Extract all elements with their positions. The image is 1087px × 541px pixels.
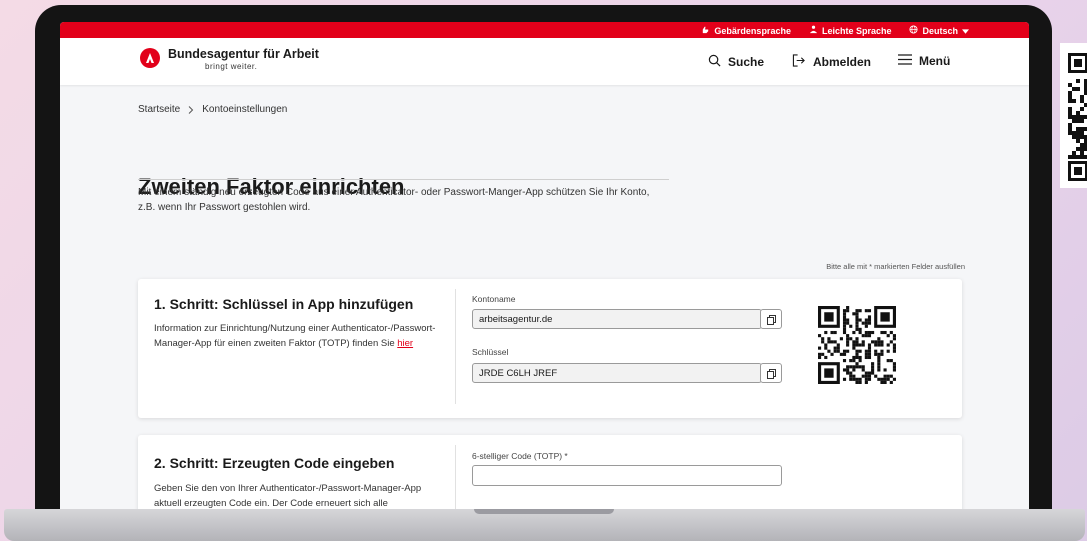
- title-divider: [138, 179, 669, 180]
- step1-card: 1. Schritt: Schlüssel in App hinzufügen …: [138, 279, 962, 418]
- info-link[interactable]: hier: [397, 338, 413, 349]
- side-qr-code: [1060, 43, 1087, 188]
- browser-screen: Gebärdensprache Leichte Sprache Deutsch: [60, 22, 1029, 513]
- laptop-notch: [474, 509, 614, 514]
- easy-language-label: Leichte Sprache: [821, 25, 892, 36]
- sign-language-link[interactable]: Gebärdensprache: [701, 25, 791, 36]
- breadcrumb-current: Kontoeinstellungen: [202, 104, 288, 115]
- account-name-field[interactable]: arbeitsagentur.de: [472, 309, 762, 329]
- copy-key-button[interactable]: [760, 363, 782, 383]
- account-name-value: arbeitsagentur.de: [479, 314, 553, 325]
- totp-qr-code: [818, 306, 896, 384]
- step1-text: Information zur Einrichtung/Nutzung eine…: [154, 323, 436, 349]
- totp-code-input[interactable]: [472, 465, 782, 486]
- chevron-right-icon: [188, 104, 194, 117]
- step2-divider: [455, 445, 456, 513]
- menu-button[interactable]: Menü: [898, 54, 950, 68]
- logout-button[interactable]: Abmelden: [792, 54, 871, 70]
- ba-logo-icon[interactable]: [140, 48, 160, 68]
- step2-text: Geben Sie den von Ihrer Authenticator-/P…: [154, 483, 422, 509]
- search-button[interactable]: Suche: [708, 54, 764, 70]
- globe-icon: [909, 25, 919, 36]
- breadcrumb: Startseite Kontoeinstellungen: [138, 104, 287, 117]
- chevron-down-icon: [962, 26, 969, 36]
- site-header: Bundesagentur für Arbeit bringt weiter. …: [60, 38, 1029, 85]
- hamburger-icon: [898, 54, 912, 68]
- logo-title[interactable]: Bundesagentur für Arbeit: [168, 47, 319, 61]
- language-label: Deutsch: [922, 25, 958, 36]
- laptop-base: [4, 509, 1085, 541]
- menu-label: Menü: [919, 54, 951, 68]
- copy-account-button[interactable]: [760, 309, 782, 329]
- sign-language-label: Gebärdensprache: [714, 25, 791, 36]
- secret-key-label: Schlüssel: [472, 347, 509, 357]
- step2-card: 2. Schritt: Erzeugten Code eingeben Gebe…: [138, 435, 962, 513]
- service-bar: Gebärdensprache Leichte Sprache Deutsch: [60, 22, 1029, 38]
- totp-code-label: 6-stelliger Code (TOTP) *: [472, 451, 568, 461]
- logo-tagline: bringt weiter.: [205, 62, 258, 71]
- search-label: Suche: [728, 55, 765, 69]
- step2-title: 2. Schritt: Erzeugten Code eingeben: [154, 455, 395, 471]
- step1-divider: [455, 289, 456, 404]
- breadcrumb-home[interactable]: Startseite: [138, 104, 180, 117]
- easy-language-icon: [809, 25, 818, 36]
- search-icon: [708, 54, 721, 70]
- logout-label: Abmelden: [813, 55, 872, 69]
- step1-title: 1. Schritt: Schlüssel in App hinzufügen: [154, 296, 414, 312]
- language-select[interactable]: Deutsch: [909, 25, 969, 36]
- easy-language-link[interactable]: Leichte Sprache: [809, 25, 892, 36]
- sign-language-icon: [701, 25, 710, 36]
- logout-icon: [792, 54, 806, 70]
- intro-text: Mit einem ständig neu erzeugten Code aus…: [138, 187, 650, 213]
- account-name-label: Kontoname: [472, 294, 516, 304]
- secret-key-value: JRDE C6LH JREF: [479, 368, 558, 379]
- secret-key-field[interactable]: JRDE C6LH JREF: [472, 363, 762, 383]
- required-fields-hint: Bitte alle mit * markierten Felder ausfü…: [826, 262, 965, 271]
